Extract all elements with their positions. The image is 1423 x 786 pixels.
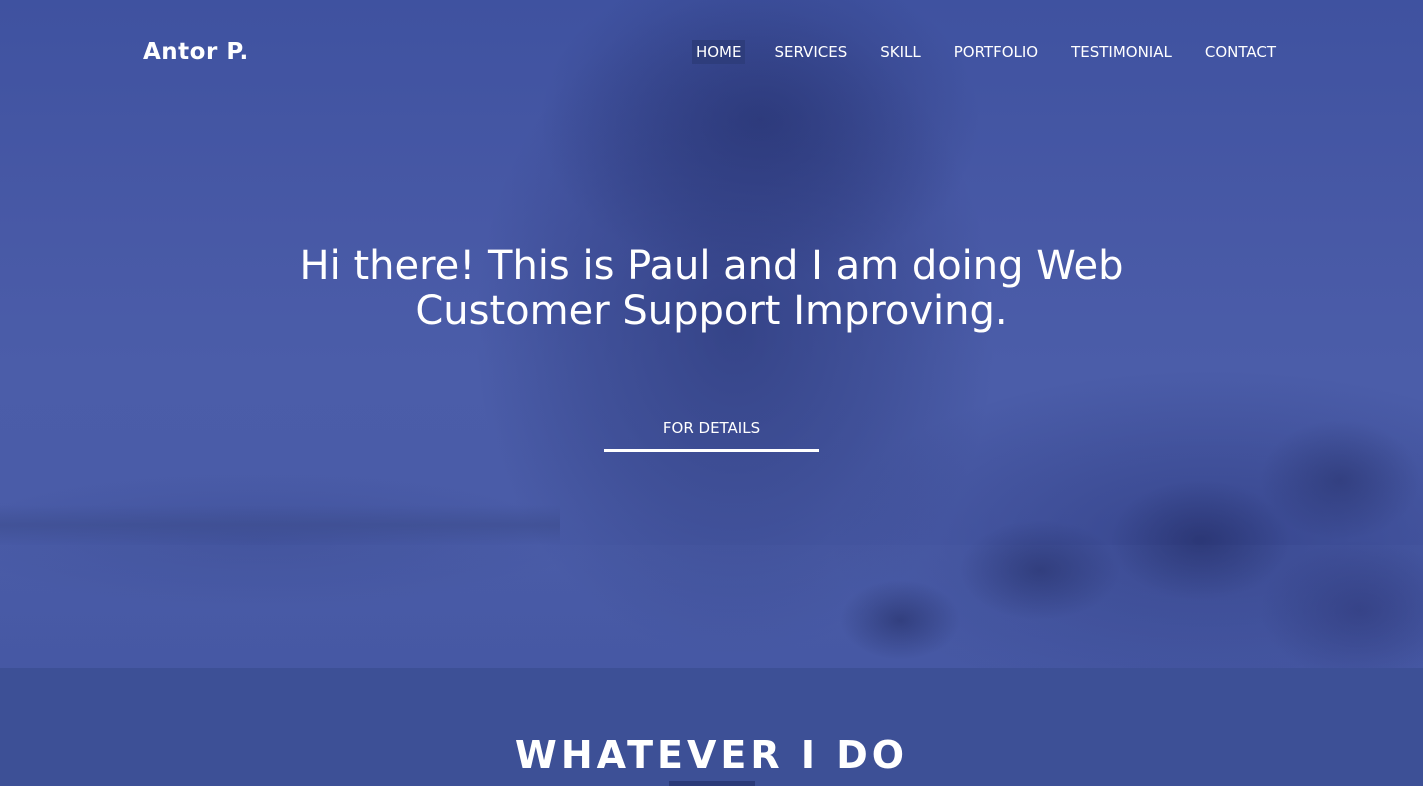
hero-headline-line-1: Hi there! This is Paul and I am doing We… <box>299 243 1124 289</box>
section-title: WHATEVER I DO <box>514 733 909 777</box>
nav-link-portfolio[interactable]: PORTFOLIO <box>950 40 1042 64</box>
hero-background-treeline <box>0 505 560 545</box>
hero-headline: Hi there! This is Paul and I am doing We… <box>0 244 1423 334</box>
top-navigation: Antor P. HOME SERVICES SKILL PORTFOLIO T… <box>0 0 1423 106</box>
nav-item-contact: CONTACT <box>1201 40 1280 64</box>
section-title-underline <box>669 781 755 786</box>
nav-link-skill[interactable]: SKILL <box>876 40 925 64</box>
nav-item-skill: SKILL <box>876 40 925 64</box>
nav-menu: HOME SERVICES SKILL PORTFOLIO TESTIMONIA… <box>667 40 1280 64</box>
site-logo[interactable]: Antor P. <box>143 36 249 68</box>
hero-section: Antor P. HOME SERVICES SKILL PORTFOLIO T… <box>0 0 1423 668</box>
nav-link-contact[interactable]: CONTACT <box>1201 40 1280 64</box>
nav-link-services[interactable]: SERVICES <box>770 40 851 64</box>
whatever-i-do-section: WHATEVER I DO <box>0 668 1423 786</box>
nav-item-services: SERVICES <box>770 40 851 64</box>
nav-item-testimonial: TESTIMONIAL <box>1067 40 1176 64</box>
hero-headline-line-2: Customer Support Improving. <box>415 288 1008 334</box>
hero-background-crowd <box>840 370 1423 668</box>
nav-link-testimonial[interactable]: TESTIMONIAL <box>1067 40 1176 64</box>
page: Antor P. HOME SERVICES SKILL PORTFOLIO T… <box>0 0 1423 786</box>
for-details-button[interactable]: FOR DETAILS <box>604 415 819 452</box>
nav-item-portfolio: PORTFOLIO <box>950 40 1042 64</box>
nav-item-home: HOME <box>691 40 746 64</box>
nav-link-home[interactable]: HOME <box>691 40 746 64</box>
